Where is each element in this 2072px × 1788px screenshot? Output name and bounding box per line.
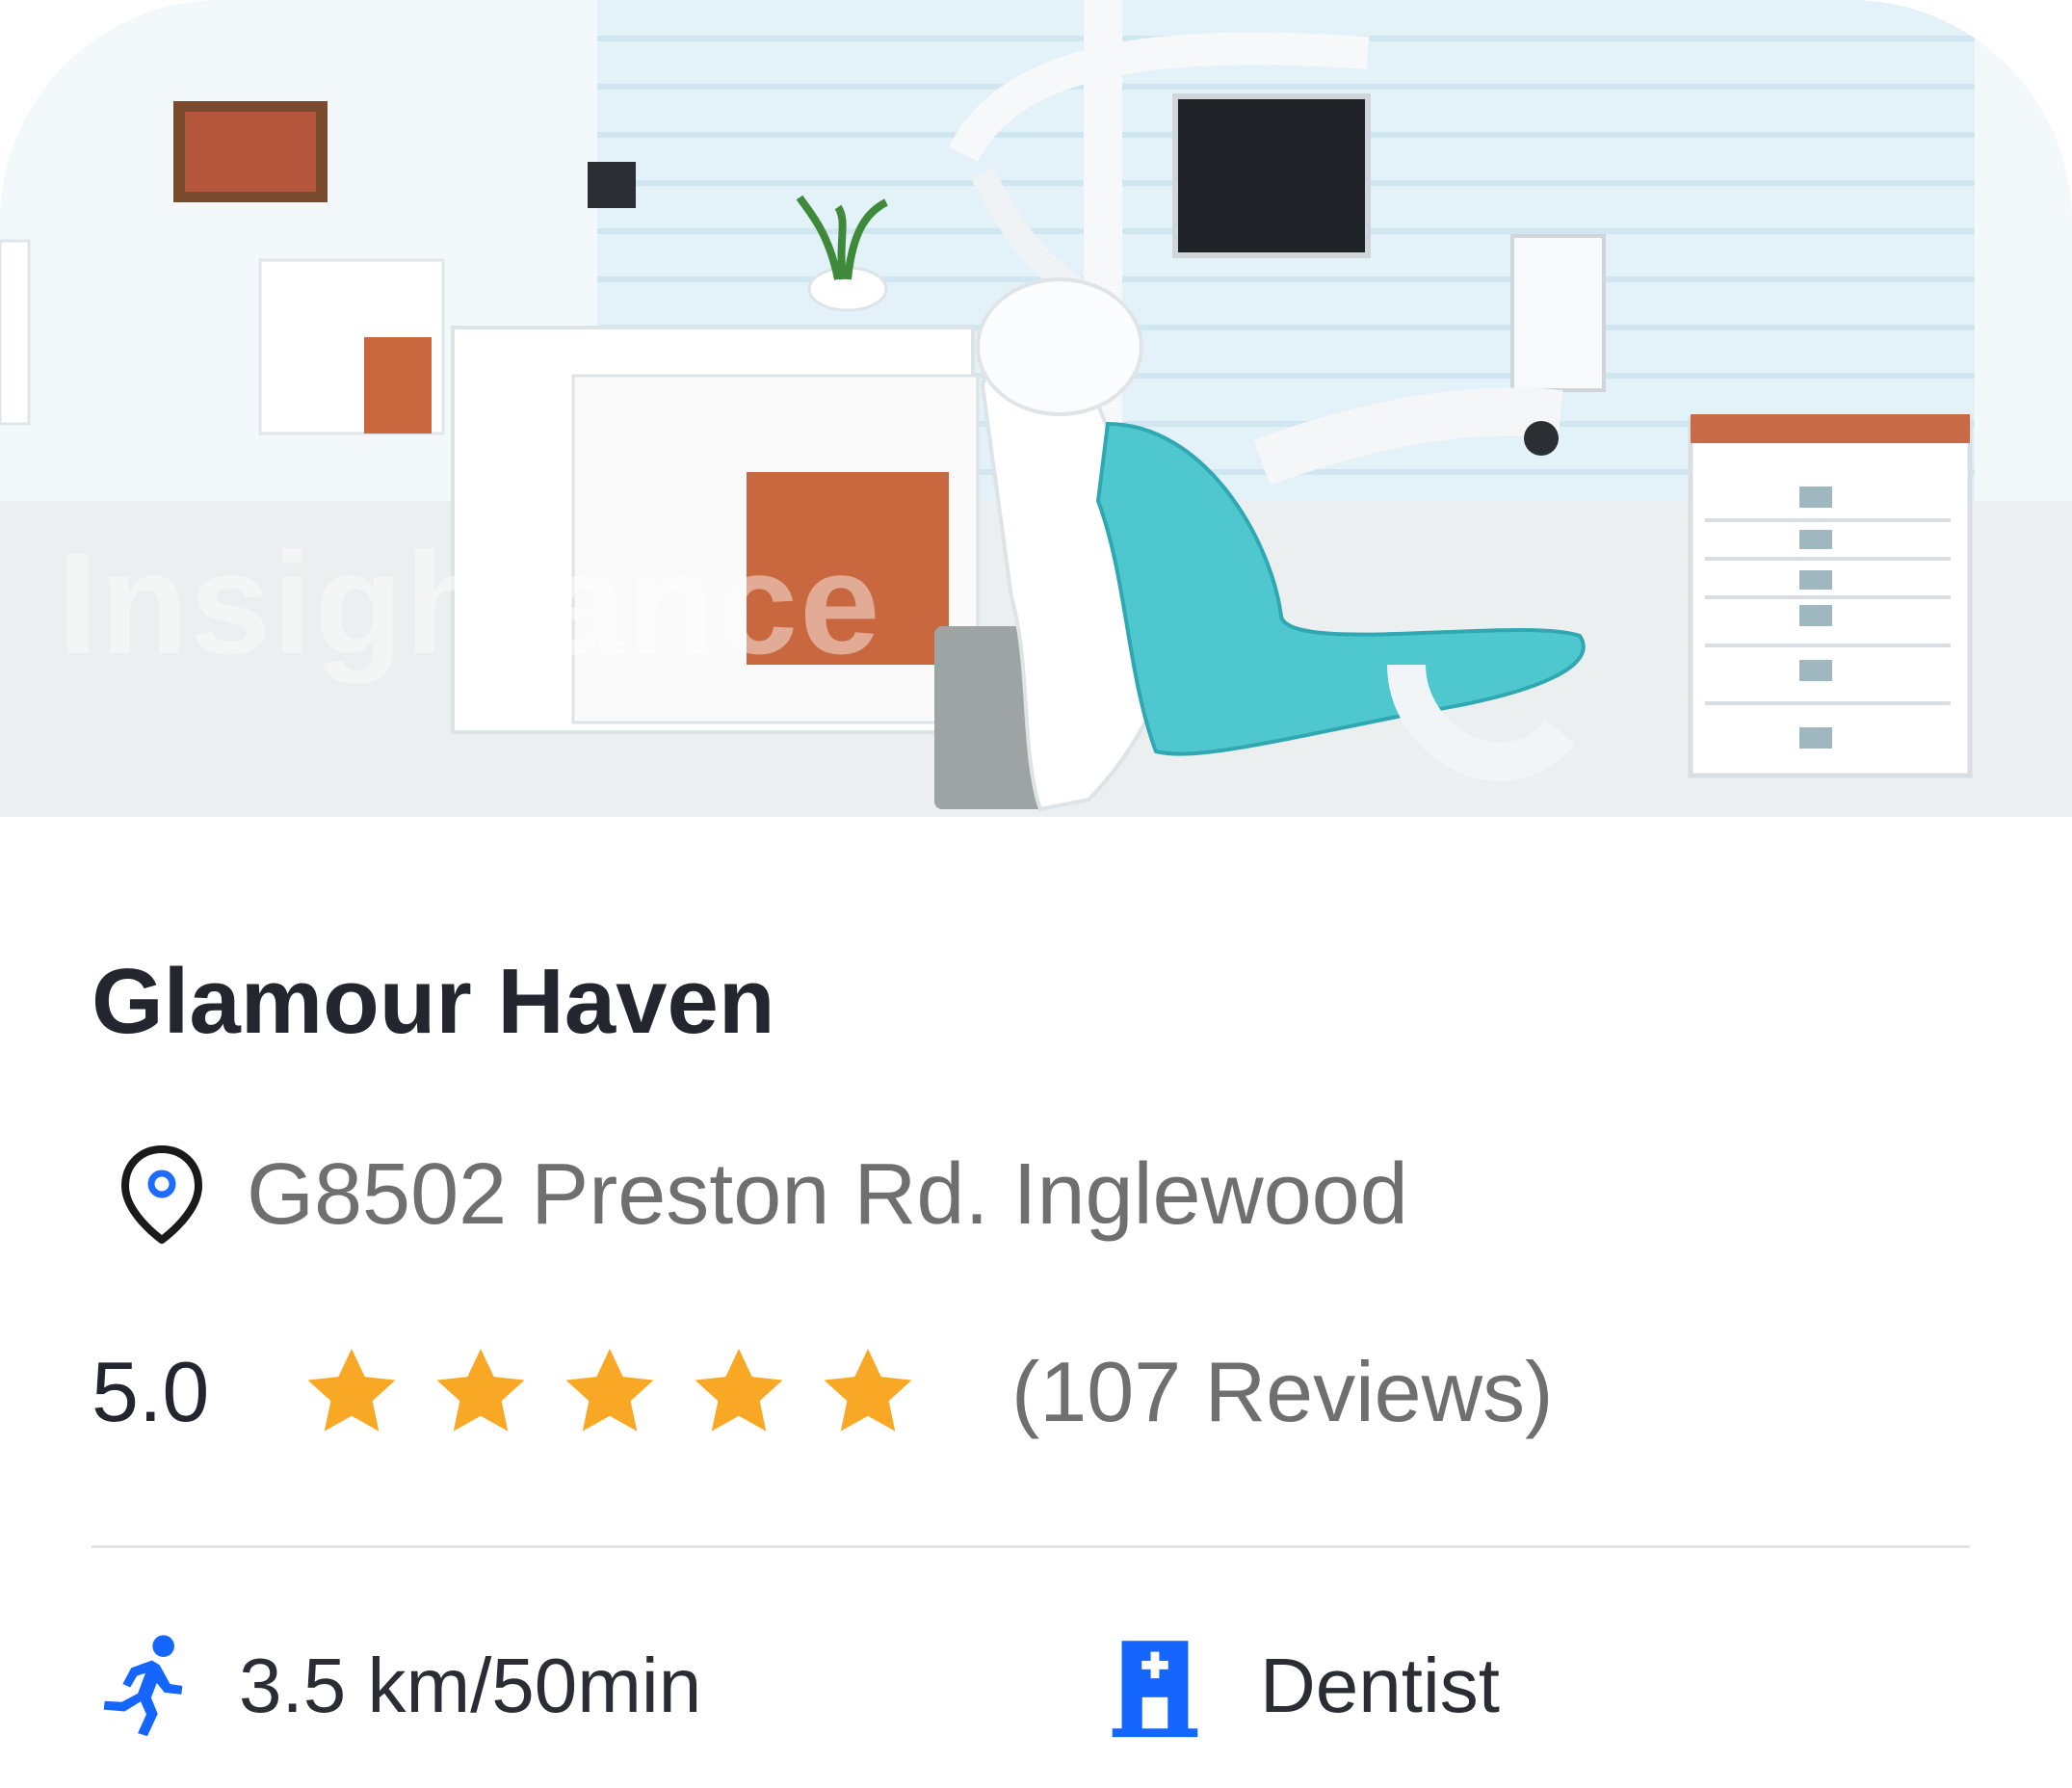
category-info: Dentist	[1098, 1628, 1500, 1744]
rating-value: 5.0	[92, 1344, 210, 1439]
photo-watermark: Insightance	[58, 522, 882, 684]
clinic-photo-illustration	[0, 0, 2072, 817]
reviews-count[interactable]: (107 Reviews)	[1011, 1343, 1553, 1441]
business-name: Glamour Haven	[92, 950, 775, 1053]
running-person-icon	[103, 1635, 183, 1737]
star-icon	[307, 1348, 396, 1432]
clinic-photo: Insightance	[0, 0, 2072, 817]
distance-info: 3.5 km/50min	[87, 1628, 701, 1744]
address-text: G8502 Preston Rd. Inglewood	[247, 1145, 1408, 1243]
star-icon	[824, 1348, 912, 1432]
distance-text: 3.5 km/50min	[239, 1643, 702, 1728]
star-icon	[565, 1348, 654, 1432]
category-text: Dentist	[1260, 1643, 1500, 1728]
divider	[92, 1545, 1970, 1548]
star-icon	[436, 1348, 525, 1432]
rating-row: 5.0 (107 Reviews)	[92, 1334, 1553, 1450]
address-row: G8502 Preston Rd. Inglewood	[116, 1137, 1408, 1252]
star-rating	[299, 1341, 944, 1443]
hospital-icon	[1112, 1641, 1198, 1738]
listing-card[interactable]: Insightance Glamour Haven G8502 Preston …	[0, 0, 2072, 1788]
star-icon	[695, 1348, 783, 1432]
location-pin-icon	[121, 1145, 202, 1244]
